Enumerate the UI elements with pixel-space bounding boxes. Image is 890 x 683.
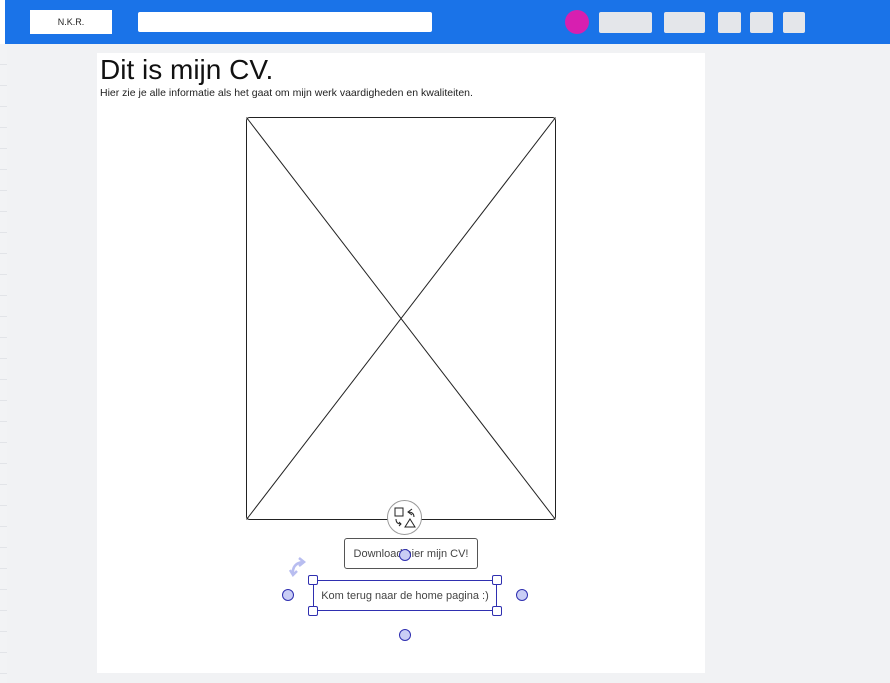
left-ruler-strip (0, 44, 7, 683)
shapes-toolbar-button[interactable] (387, 500, 422, 535)
header-button-3[interactable] (718, 12, 741, 33)
shapes-toolbar-icon (394, 507, 416, 528)
connector-handle-left[interactable] (282, 589, 294, 601)
image-placeholder-icon[interactable] (246, 117, 556, 520)
connector-handle-top[interactable] (399, 549, 411, 561)
page-subtitle: Hier zie je alle informatie als het gaat… (100, 87, 473, 99)
avatar[interactable] (565, 10, 589, 34)
resize-handle-bottom-right[interactable] (492, 606, 502, 616)
resize-handle-top-right[interactable] (492, 575, 502, 585)
download-cv-button[interactable]: Download hier mijn CV! (344, 538, 478, 569)
resize-handle-top-left[interactable] (308, 575, 318, 585)
home-button[interactable]: Kom terug naar de home pagina :) (313, 580, 497, 611)
search-input[interactable] (138, 12, 432, 32)
header-button-5[interactable] (783, 12, 805, 33)
connector-handle-bottom[interactable] (399, 629, 411, 641)
connector-handle-right[interactable] (516, 589, 528, 601)
header-button-4[interactable] (750, 12, 773, 33)
header-button-2[interactable] (664, 12, 705, 33)
header-bar: N.K.R. (5, 0, 890, 44)
logo[interactable]: N.K.R. (30, 10, 112, 34)
logo-text: N.K.R. (57, 17, 85, 27)
resize-handle-bottom-left[interactable] (308, 606, 318, 616)
rotate-icon[interactable] (288, 556, 310, 578)
page-title: Dit is mijn CV. (100, 54, 274, 85)
header-button-1[interactable] (599, 12, 652, 33)
